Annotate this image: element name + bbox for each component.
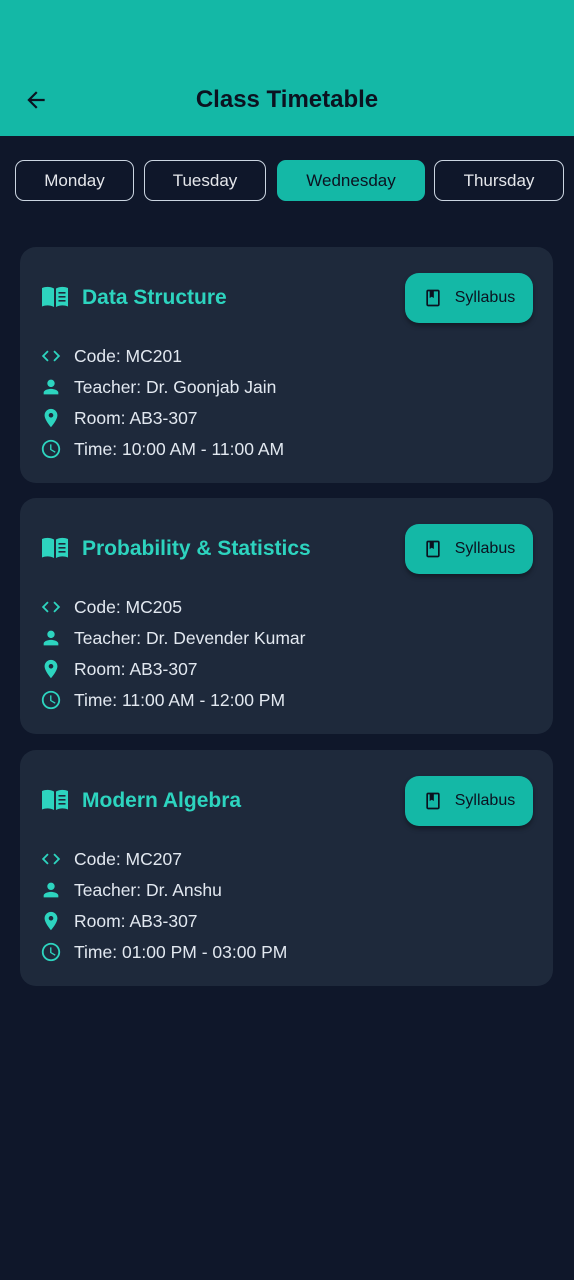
class-time-text: Time: 01:00 PM - 03:00 PM — [74, 941, 288, 962]
book-icon — [423, 288, 443, 308]
class-title-row: Modern Algebra — [40, 786, 241, 816]
tab-thursday[interactable]: Thursday — [434, 160, 564, 201]
class-code-text: Code: MC201 — [74, 345, 182, 366]
class-code: Code: MC207 — [40, 847, 182, 871]
book-open-icon — [40, 536, 72, 562]
location-pin-icon — [40, 910, 62, 932]
class-teacher-text: Teacher: Dr. Devender Kumar — [74, 627, 306, 648]
page-title: Class Timetable — [195, 86, 379, 113]
class-room: Room: AB3-307 — [40, 909, 198, 933]
tab-tuesday[interactable]: Tuesday — [144, 160, 266, 201]
class-room-text: Room: AB3-307 — [74, 407, 198, 428]
class-code-text: Code: MC205 — [74, 596, 182, 617]
syllabus-label: Syllabus — [454, 289, 516, 306]
syllabus-button[interactable]: Syllabus — [405, 273, 533, 323]
book-icon — [423, 539, 443, 559]
class-title-row: Data Structure — [40, 283, 227, 313]
location-pin-icon — [40, 407, 62, 429]
book-icon — [423, 791, 443, 811]
class-card: Probability & Statistics Syllabus Code: … — [20, 498, 553, 734]
class-room: Room: AB3-307 — [40, 657, 198, 681]
tab-monday[interactable]: Monday — [15, 160, 134, 201]
class-time: Time: 11:00 AM - 12:00 PM — [40, 688, 285, 712]
class-teacher-text: Teacher: Dr. Goonjab Jain — [74, 376, 277, 397]
class-teacher: Teacher: Dr. Goonjab Jain — [40, 375, 276, 399]
class-code: Code: MC201 — [40, 344, 182, 368]
class-room-text: Room: AB3-307 — [74, 658, 198, 679]
class-card: Modern Algebra Syllabus Code: MC207 Teac… — [20, 750, 553, 986]
class-time-text: Time: 11:00 AM - 12:00 PM — [74, 689, 286, 710]
person-icon — [40, 879, 62, 901]
class-teacher: Teacher: Dr. Anshu — [40, 878, 222, 902]
class-title: Modern Algebra — [82, 789, 242, 812]
person-icon — [40, 627, 62, 649]
syllabus-label: Syllabus — [454, 540, 516, 557]
class-card: Data Structure Syllabus Code: MC201 Teac… — [20, 247, 553, 483]
location-pin-icon — [40, 658, 62, 680]
class-code: Code: MC205 — [40, 595, 182, 619]
class-teacher: Teacher: Dr. Devender Kumar — [40, 626, 306, 650]
person-icon — [40, 376, 62, 398]
class-room-text: Room: AB3-307 — [74, 910, 198, 931]
class-title-row: Probability & Statistics — [40, 534, 311, 564]
book-open-icon — [40, 788, 72, 814]
code-icon — [40, 848, 62, 870]
clock-icon — [40, 689, 62, 711]
syllabus-button[interactable]: Syllabus — [405, 776, 533, 826]
class-code-text: Code: MC207 — [74, 848, 182, 869]
class-time-text: Time: 10:00 AM - 11:00 AM — [74, 438, 285, 459]
code-icon — [40, 345, 62, 367]
clock-icon — [40, 941, 62, 963]
day-tabs: Monday Tuesday Wednesday Thursday — [15, 160, 574, 205]
class-room: Room: AB3-307 — [40, 406, 198, 430]
class-title: Probability & Statistics — [82, 537, 311, 560]
app-bar: Class Timetable — [0, 0, 574, 136]
class-time: Time: 10:00 AM - 11:00 AM — [40, 437, 284, 461]
book-open-icon — [40, 285, 72, 311]
class-teacher-text: Teacher: Dr. Anshu — [74, 879, 222, 900]
clock-icon — [40, 438, 62, 460]
class-time: Time: 01:00 PM - 03:00 PM — [40, 940, 287, 964]
class-title: Data Structure — [82, 286, 227, 309]
tab-wednesday[interactable]: Wednesday — [277, 160, 425, 201]
code-icon — [40, 596, 62, 618]
syllabus-label: Syllabus — [454, 792, 516, 809]
syllabus-button[interactable]: Syllabus — [405, 524, 533, 574]
